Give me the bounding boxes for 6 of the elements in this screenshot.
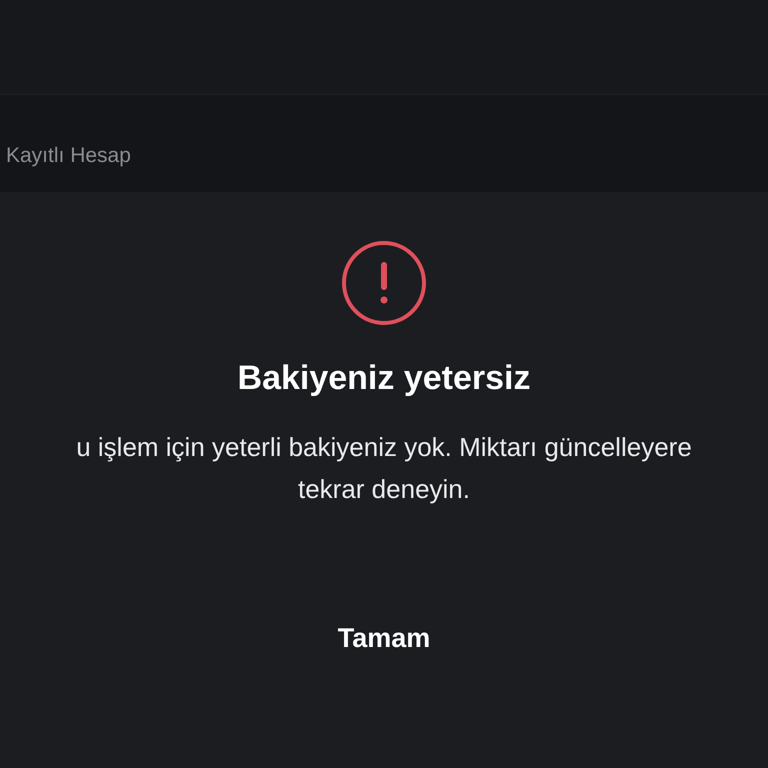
account-label: Kayıtlı Hesap: [6, 143, 131, 169]
dialog-message: tekrar deneyin.: [298, 473, 470, 506]
warning-icon: [341, 240, 427, 326]
dialog-title: Bakiyeniz yetersiz: [238, 358, 530, 398]
ok-button[interactable]: Tamam: [314, 610, 454, 666]
dialog-message: u işlem için yeterli bakiyeniz yok. Miktarı güncelleyere: [76, 431, 692, 464]
